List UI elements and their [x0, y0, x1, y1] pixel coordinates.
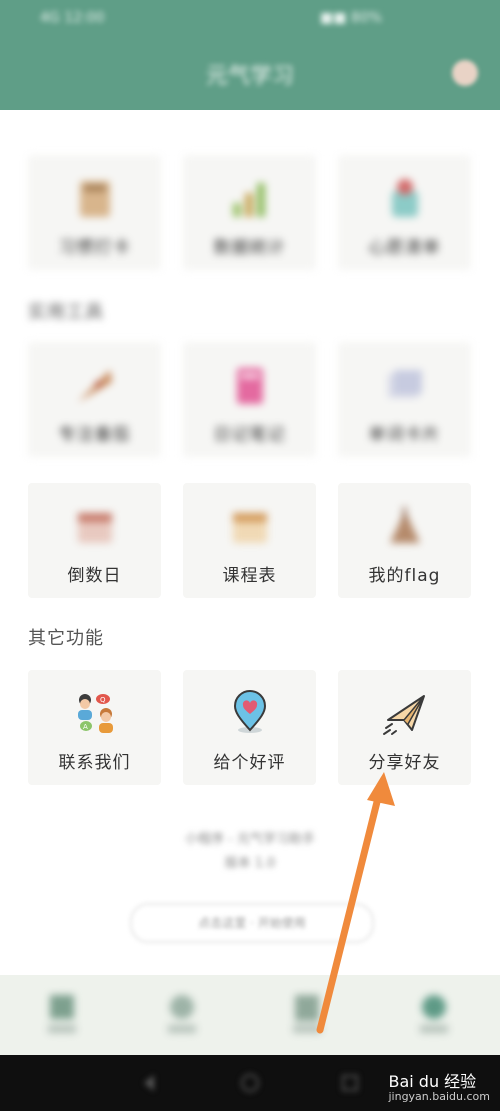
- share-friends-button[interactable]: 分享好友: [338, 670, 471, 785]
- stats-icon: [168, 995, 196, 1033]
- system-nav-bar: Bai du 经验 jingyan.baidu.com: [0, 1055, 500, 1111]
- settings-tab-icon: [420, 995, 448, 1033]
- card-label: 心愿清单: [368, 238, 441, 258]
- page-title: 元气学习: [205, 64, 294, 89]
- status-right: ■■ 80%: [320, 10, 383, 26]
- user-icon: [293, 995, 321, 1033]
- card-countdown[interactable]: 倒数日: [28, 483, 161, 598]
- footer-pill-text: 点击这里 · 开始使用: [198, 916, 306, 930]
- tab-stats[interactable]: [160, 989, 204, 1039]
- card-label: 课程表: [222, 566, 277, 586]
- card-label: 给个好评: [213, 753, 286, 773]
- status-bar: 4G 12:00 ■■ 80%: [0, 0, 500, 40]
- footer-line1: 小程序 - 元气学习助手: [185, 832, 315, 847]
- card-diary[interactable]: 日记笔记: [183, 342, 316, 457]
- calendar-icon: [78, 513, 112, 543]
- card-schedule[interactable]: 课程表: [183, 483, 316, 598]
- paper-plane-icon: [383, 695, 425, 735]
- tab-home[interactable]: [40, 989, 84, 1039]
- tab-bar: [0, 975, 500, 1055]
- card-words[interactable]: 单词卡片: [338, 342, 471, 457]
- footer-pill[interactable]: 点击这里 · 开始使用: [130, 903, 374, 943]
- card-flag[interactable]: 我的flag: [338, 483, 471, 598]
- heart-pin-icon: [233, 690, 267, 733]
- watermark-url: jingyan.baidu.com: [388, 1090, 490, 1103]
- card-label: 数据统计: [213, 238, 286, 258]
- contact-icon: Q A: [78, 694, 113, 733]
- book-icon: [80, 181, 110, 217]
- card-wish[interactable]: 心愿清单: [338, 155, 471, 270]
- notebook-icon: [237, 368, 263, 404]
- card-label: 习惯打卡: [58, 238, 131, 258]
- section-title-other: 其它功能: [28, 628, 104, 649]
- pizza-icon: [78, 370, 112, 402]
- rate-us-button[interactable]: 给个好评: [183, 670, 316, 785]
- tab-mine[interactable]: [285, 989, 329, 1039]
- svg-text:Q: Q: [100, 696, 106, 704]
- card-label: 我的flag: [368, 566, 441, 586]
- footer-line2: 版本 1.0: [224, 856, 276, 871]
- card-label: 日记笔记: [213, 425, 286, 445]
- cards-icon: [388, 370, 422, 398]
- watermark: Bai du 经验 jingyan.baidu.com: [388, 1068, 490, 1103]
- schedule-icon: [233, 513, 267, 543]
- jar-icon: [392, 179, 418, 217]
- back-icon[interactable]: [140, 1073, 160, 1093]
- home-icon: [48, 995, 76, 1033]
- card-tomato[interactable]: 专注番茄: [28, 342, 161, 457]
- card-stats[interactable]: 数据统计: [183, 155, 316, 270]
- tab-settings[interactable]: [412, 989, 456, 1039]
- card-label: 联系我们: [58, 753, 131, 773]
- card-habit[interactable]: 习惯打卡: [28, 155, 161, 270]
- app-header: 元气学习: [0, 40, 500, 110]
- card-label: 单词卡片: [368, 425, 441, 445]
- card-label: 分享好友: [368, 753, 441, 773]
- card-label: 专注番茄: [58, 425, 131, 445]
- contact-us-button[interactable]: Q A 联系我们: [28, 670, 161, 785]
- settings-icon[interactable]: [452, 60, 478, 86]
- watermark-brand: Bai du 经验: [388, 1072, 477, 1091]
- svg-text:A: A: [83, 723, 88, 731]
- section-title-tools: 实用工具: [28, 302, 104, 323]
- card-label: 倒数日: [67, 566, 122, 586]
- home-nav-icon[interactable]: [240, 1073, 260, 1093]
- flag-icon: [390, 507, 420, 543]
- recents-icon[interactable]: [340, 1073, 360, 1093]
- chart-icon: [233, 183, 265, 217]
- status-left: 4G 12:00: [40, 10, 105, 26]
